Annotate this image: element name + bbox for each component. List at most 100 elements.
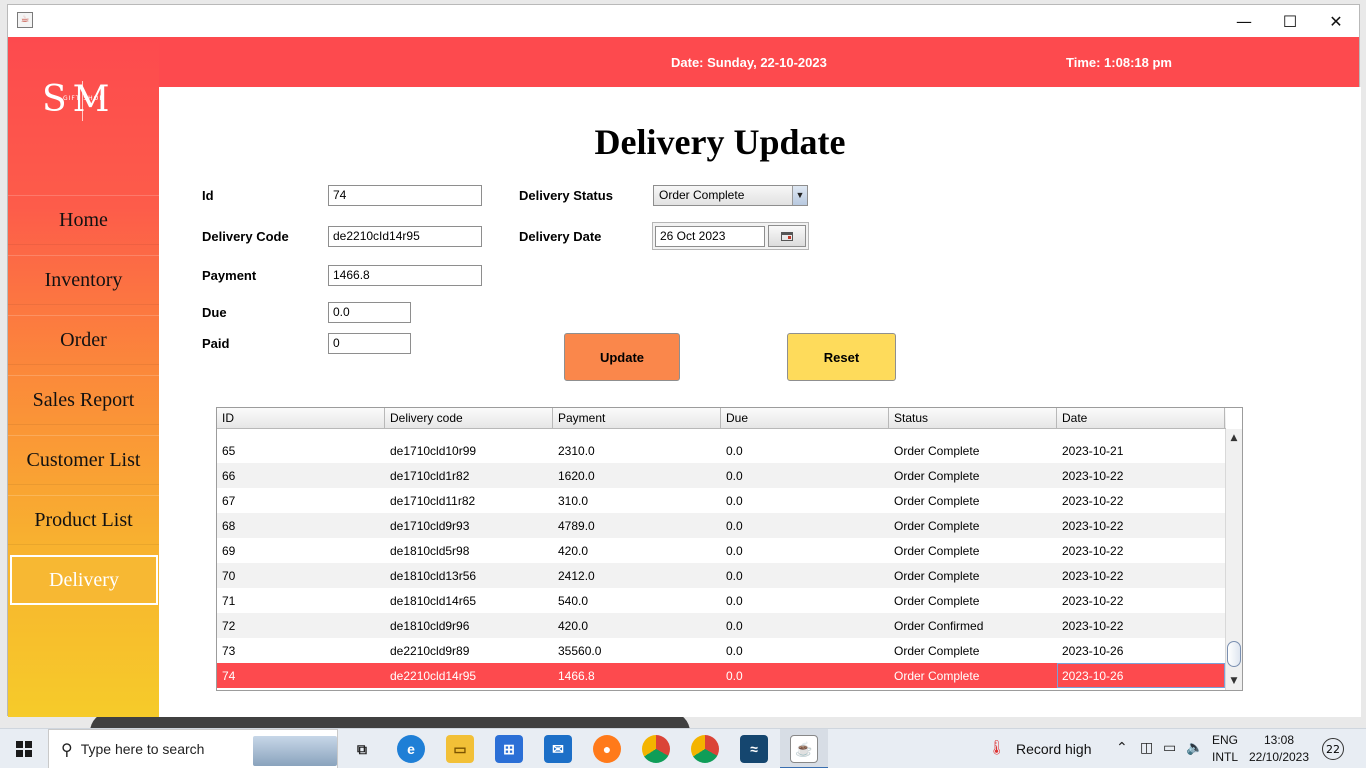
maximize-button[interactable]: ☐ — [1267, 5, 1313, 37]
table-cell-status[interactable]: Order Complete — [889, 438, 1057, 463]
table-cell-payment[interactable]: 420.0 — [553, 538, 721, 563]
sidebar-item-delivery[interactable]: Delivery — [10, 555, 158, 605]
table-cell-delivery-code[interactable]: de1710cld10r99 — [385, 438, 553, 463]
table-cell-status[interactable]: Order Complete — [889, 638, 1057, 663]
table-cell-delivery-code[interactable]: de1710cld11r82 — [385, 488, 553, 513]
table-cell-id[interactable]: 74 — [217, 663, 385, 688]
table-cell-id[interactable]: 71 — [217, 588, 385, 613]
sidebar-item-sales-report[interactable]: Sales Report — [8, 375, 159, 425]
table-cell-due[interactable]: 0.0 — [721, 488, 889, 513]
table-cell-id[interactable]: 70 — [217, 563, 385, 588]
table-cell-payment[interactable]: 1620.0 — [553, 463, 721, 488]
table-cell-date[interactable]: 2023-10-22 — [1057, 463, 1225, 488]
table-row[interactable]: 68 de1710cld9r93 4789.0 0.0 Order Complete 20… — [217, 513, 1226, 538]
table-cell-payment[interactable]: 2412.0 — [553, 563, 721, 588]
table-cell-date[interactable]: 2023-10-22 — [1057, 513, 1225, 538]
table-cell-due[interactable]: 0.0 — [721, 613, 889, 638]
table-cell-payment[interactable]: 310.0 — [553, 488, 721, 513]
update-button[interactable]: Update — [564, 333, 680, 381]
table-cell-date[interactable]: 2023-10-26 — [1057, 663, 1225, 688]
calendar-button[interactable] — [768, 225, 806, 247]
table-cell-delivery-code[interactable]: de1810cld5r98 — [385, 538, 553, 563]
table-row[interactable]: 69 de1810cld5r98 420.0 0.0 Order Complete 202… — [217, 538, 1226, 563]
table-cell-delivery-code[interactable]: de1810cld14r65 — [385, 588, 553, 613]
table-cell-status[interactable]: Order Complete — [889, 513, 1057, 538]
table-cell-status[interactable]: Order Complete — [889, 538, 1057, 563]
clock-date[interactable]: 22/10/2023 — [1244, 750, 1314, 764]
column-header-status[interactable]: Status — [889, 408, 1057, 429]
scroll-down-icon[interactable]: ▼ — [1226, 674, 1242, 688]
table-cell-date[interactable]: 2023-10-22 — [1057, 563, 1225, 588]
mail-icon[interactable]: ✉ — [544, 735, 572, 763]
table-row[interactable]: 67 de1710cld11r82 310.0 0.0 Order Complete 20… — [217, 488, 1226, 513]
table-cell-id[interactable]: 73 — [217, 638, 385, 663]
table-cell-payment[interactable]: 2310.0 — [553, 438, 721, 463]
table-cell-due[interactable]: 0.0 — [721, 463, 889, 488]
delivery-status-select[interactable]: Order Complete ▼ — [653, 185, 808, 206]
table-cell-due[interactable]: 0.0 — [721, 638, 889, 663]
table-cell-id[interactable]: 68 — [217, 513, 385, 538]
table-cell-due[interactable]: 0.0 — [721, 588, 889, 613]
table-cell-due[interactable]: 0.0 — [721, 513, 889, 538]
table-cell-delivery-code[interactable]: de1710cld1r82 — [385, 463, 553, 488]
reset-button[interactable]: Reset — [787, 333, 896, 381]
column-header-delivery-code[interactable]: Delivery code — [385, 408, 553, 429]
table-cell-id[interactable]: 66 — [217, 463, 385, 488]
table-cell-payment[interactable]: 540.0 — [553, 588, 721, 613]
table-cell-due[interactable]: 0.0 — [721, 563, 889, 588]
table-cell-id[interactable]: 67 — [217, 488, 385, 513]
minimize-button[interactable]: — — [1221, 5, 1267, 37]
table-cell-date[interactable]: 2023-10-22 — [1057, 488, 1225, 513]
column-header-payment[interactable]: Payment — [553, 408, 721, 429]
table-row[interactable]: 71 de1810cld14r65 540.0 0.0 Order Complete 20… — [217, 588, 1226, 613]
close-button[interactable]: ✕ — [1313, 5, 1359, 37]
mysql-workbench-icon[interactable]: ≈ — [740, 735, 768, 763]
volume-muted-icon[interactable]: 🔈 — [1186, 740, 1203, 756]
chrome-icon[interactable] — [642, 735, 670, 763]
table-cell-status[interactable]: Order Complete — [889, 663, 1057, 688]
table-cell-status[interactable]: Order Confirmed — [889, 613, 1057, 638]
table-cell-delivery-code[interactable]: de2210cld9r89 — [385, 638, 553, 663]
sidebar-item-inventory[interactable]: Inventory — [8, 255, 159, 305]
taskbar-search-box[interactable]: ⚲ Type here to search — [48, 729, 338, 768]
table-cell-date[interactable]: 2023-10-21 — [1057, 438, 1225, 463]
table-cell-id[interactable]: 65 — [217, 438, 385, 463]
chevron-down-icon[interactable]: ▼ — [792, 186, 807, 205]
id-field[interactable]: 74 — [328, 185, 482, 206]
edge-browser-icon[interactable]: e — [397, 735, 425, 763]
task-view-icon[interactable]: ⧉ — [348, 735, 376, 763]
language-top[interactable]: ENG — [1208, 733, 1242, 747]
table-cell-payment[interactable]: 420.0 — [553, 613, 721, 638]
table-cell-delivery-code[interactable]: de2210cld14r95 — [385, 663, 553, 688]
network-icon[interactable]: ▭ — [1163, 740, 1176, 756]
table-cell-delivery-code[interactable]: de1710cld9r93 — [385, 513, 553, 538]
table-scrollbar[interactable]: ▲ ▼ — [1225, 429, 1242, 690]
scrollbar-thumb[interactable] — [1227, 641, 1241, 667]
table-cell-delivery-code[interactable]: de1810cld13r56 — [385, 563, 553, 588]
meet-now-icon[interactable]: ◫ — [1140, 740, 1153, 756]
notification-center-icon[interactable]: 22 — [1322, 738, 1344, 760]
table-cell-id[interactable]: 69 — [217, 538, 385, 563]
chrome-profile-icon[interactable] — [691, 735, 719, 763]
table-cell-delivery-code[interactable]: de1810cld9r96 — [385, 613, 553, 638]
table-cell-date[interactable]: 2023-10-22 — [1057, 538, 1225, 563]
table-cell-status[interactable]: Order Complete — [889, 563, 1057, 588]
start-button[interactable] — [0, 729, 48, 768]
table-cell-status[interactable]: Order Complete — [889, 488, 1057, 513]
column-header-due[interactable]: Due — [721, 408, 889, 429]
table-cell-payment[interactable]: 1466.8 — [553, 663, 721, 688]
due-field[interactable]: 0.0 — [328, 302, 411, 323]
delivery-date-field[interactable]: 26 Oct 2023 — [655, 226, 765, 247]
file-explorer-icon[interactable]: ▭ — [446, 735, 474, 763]
scroll-up-icon[interactable]: ▲ — [1226, 431, 1242, 445]
table-cell-payment[interactable]: 4789.0 — [553, 513, 721, 538]
table-cell-date[interactable]: 2023-10-22 — [1057, 588, 1225, 613]
table-row[interactable]: 72 de1810cld9r96 420.0 0.0 Order Confirmed 20… — [217, 613, 1226, 638]
language-bottom[interactable]: INTL — [1208, 750, 1242, 764]
payment-field[interactable]: 1466.8 — [328, 265, 482, 286]
chevron-up-icon[interactable]: ⌃ — [1116, 740, 1128, 756]
paid-field[interactable]: 0 — [328, 333, 411, 354]
sidebar-item-order[interactable]: Order — [8, 315, 159, 365]
java-taskbar-icon[interactable]: ☕ — [790, 735, 818, 763]
table-row[interactable]: 66 de1710cld1r82 1620.0 0.0 Order Complete 20… — [217, 463, 1226, 488]
